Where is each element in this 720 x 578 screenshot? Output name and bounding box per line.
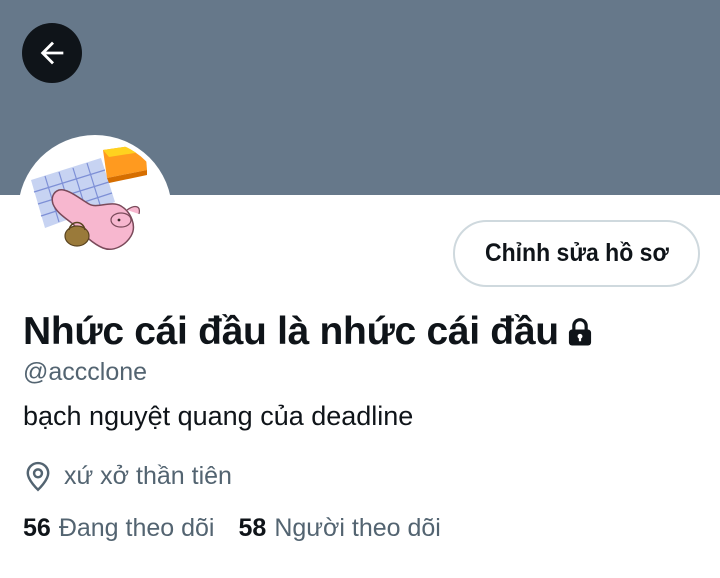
profile-bio: bạch nguyệt quang của deadline (23, 401, 414, 431)
avatar[interactable] (18, 135, 172, 289)
back-button[interactable] (22, 23, 82, 83)
avatar-image (23, 140, 167, 284)
display-name: Nhức cái đầu là nhức cái đầu (23, 310, 559, 353)
lock-icon (568, 318, 591, 346)
map-pin-icon (26, 461, 50, 492)
profile-location: xứ xở thần tiên (23, 458, 232, 494)
edit-profile-label: Chỉnh sửa hồ sơ (484, 239, 669, 267)
profile-handle: @accclone (23, 358, 148, 386)
edit-profile-button[interactable]: Chỉnh sửa hồ sơ (453, 220, 700, 287)
followers-count: 58 (238, 514, 267, 542)
followers-link[interactable]: 58 Người theo dõi (239, 514, 441, 543)
arrow-left-icon (40, 41, 64, 65)
followers-label: Người theo dõi (274, 514, 441, 542)
following-label: Đang theo dõi (58, 514, 215, 542)
location-text: xứ xở thần tiên (64, 461, 232, 490)
follow-stats: 56 Đang theo dõi 58 Người theo dõi (23, 514, 441, 543)
profile-name-row: Nhức cái đầu là nhức cái đầu (23, 306, 595, 358)
following-count: 56 (23, 514, 51, 542)
following-link[interactable]: 56 Đang theo dõi (23, 514, 215, 543)
